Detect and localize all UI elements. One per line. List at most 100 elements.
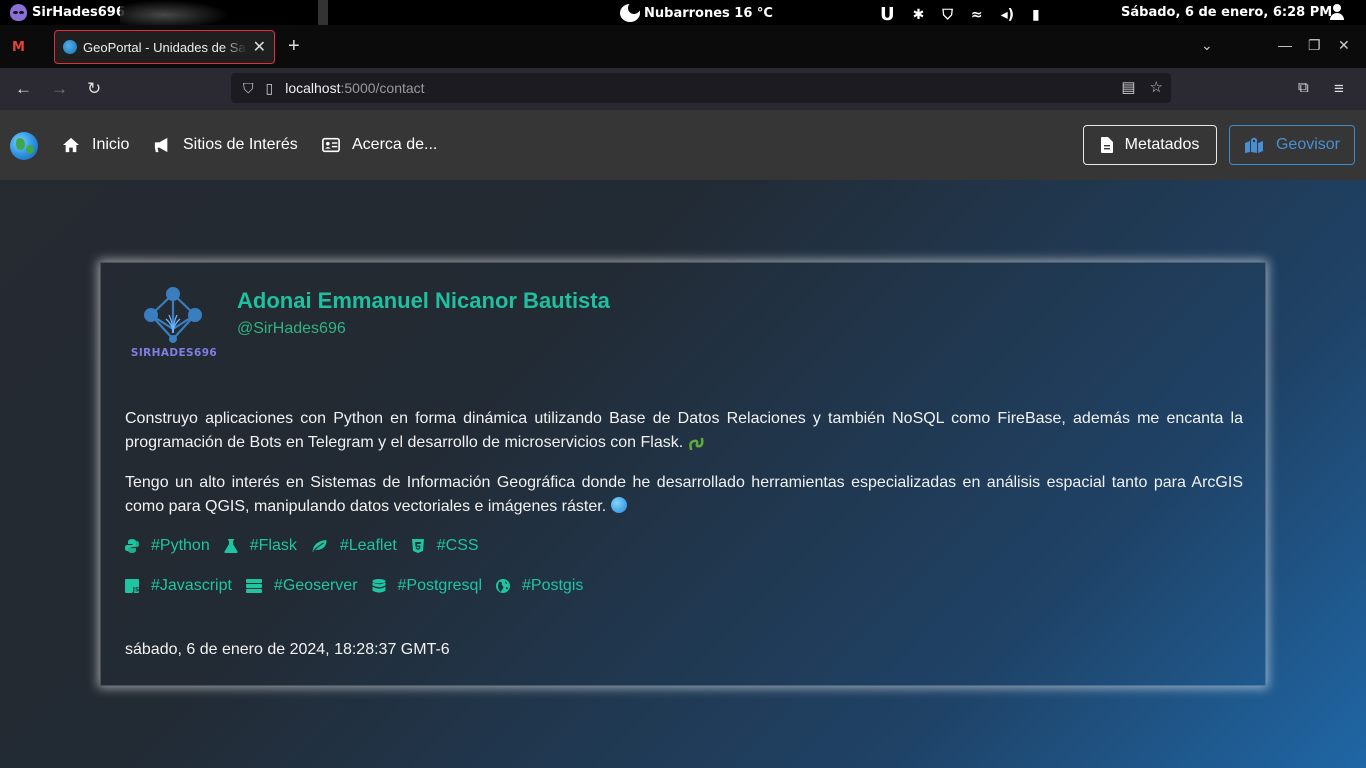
new-tab-icon[interactable]: +: [288, 35, 300, 58]
tab-title: GeoPortal - Unidades de Salud: [83, 39, 247, 55]
menu-hamburger-icon[interactable]: ≡: [1334, 79, 1344, 99]
profile-card: SIRHADES696 Adonai Emmanuel Nicanor Baut…: [100, 262, 1266, 686]
tag-flask[interactable]: #Flask: [224, 537, 297, 555]
snake-emoji-icon: [688, 437, 704, 450]
url-bar[interactable]: ⛉ ▯ localhost:5000/contact ▤ ☆: [231, 73, 1171, 103]
logo-text: SIRHADES696: [130, 347, 218, 359]
css3-icon: [411, 539, 424, 553]
bluetooth-icon[interactable]: ✱: [913, 7, 925, 23]
ublock-icon[interactable]: U: [880, 4, 895, 25]
minimize-icon[interactable]: —: [1278, 37, 1292, 53]
globe-favicon-icon: [63, 40, 77, 54]
nav-link-sitios[interactable]: Sitios de Interés: [153, 136, 298, 154]
forward-icon[interactable]: →: [51, 79, 68, 99]
metadata-button-label: Metatados: [1124, 136, 1200, 153]
night-cloud-icon: [620, 2, 640, 22]
url-path: :5000/contact: [340, 80, 425, 96]
tag-geoserver[interactable]: #Geoserver: [245, 577, 358, 595]
megaphone-icon: [154, 137, 168, 153]
user-menu[interactable]: SirHades696: [10, 4, 125, 21]
bio-text-2: Tengo un alto interés en Sistemas de Inf…: [125, 474, 1243, 515]
reader-view-icon[interactable]: ▤: [1121, 78, 1135, 96]
wallpaper-decoration: [318, 0, 328, 25]
svg-text:JS: JS: [132, 586, 139, 593]
tag-css[interactable]: #CSS: [411, 537, 479, 555]
site-navbar: Inicio Sitios de Interés Acerca de... Me…: [0, 110, 1366, 180]
tag-python[interactable]: #Python: [125, 537, 210, 555]
network-diamond-logo-icon: [144, 287, 202, 343]
vpn-shield-icon[interactable]: ⛉: [942, 7, 953, 23]
nav-link-label: Sitios de Interés: [183, 136, 298, 153]
nav-link-label: Acerca de...: [352, 136, 438, 153]
url-host: localhost: [285, 80, 341, 96]
tag-row-2: JS #Javascript #Geoserver #Postgresql #P…: [125, 577, 597, 595]
maximize-icon[interactable]: ❐: [1308, 37, 1321, 54]
profile-name: Adonai Emmanuel Nicanor Bautista: [237, 288, 610, 313]
tag-postgresql[interactable]: #Postgresql: [372, 577, 483, 595]
tag-label: #CSS: [436, 537, 479, 554]
home-icon: [63, 137, 79, 153]
system-top-bar: SirHades696 Nubarrones 16 °C U ✱ ⛉ ≈ ◂) …: [0, 0, 1366, 25]
close-window-icon[interactable]: ✕: [1338, 37, 1350, 54]
volume-icon[interactable]: ◂): [1001, 7, 1014, 23]
python-icon: [125, 539, 139, 553]
globe-americas-icon: [496, 579, 511, 593]
profile-handle[interactable]: @SirHades696: [237, 320, 346, 338]
url-text[interactable]: localhost:5000/contact: [285, 80, 424, 96]
geovisor-button-label: Geovisor: [1275, 136, 1341, 153]
gmail-pinned-tab-icon[interactable]: M: [12, 40, 25, 55]
geovisor-button[interactable]: Geovisor: [1229, 125, 1355, 165]
tag-label: #Postgis: [522, 577, 584, 594]
tag-label: #Javascript: [151, 577, 232, 594]
tag-javascript[interactable]: JS #Javascript: [125, 577, 232, 595]
flask-icon: [224, 539, 238, 553]
weather-indicator[interactable]: Nubarrones 16 °C: [620, 2, 773, 22]
clock[interactable]: Sábado, 6 de enero, 6:28 PM: [1121, 5, 1332, 20]
user-name: SirHades696: [32, 5, 125, 20]
browser-tab-strip: M GeoPortal - Unidades de Salud ✕ + ⌄ — …: [0, 25, 1366, 68]
server-icon: [245, 579, 262, 593]
close-tab-icon[interactable]: ✕: [253, 37, 266, 57]
nav-link-acerca[interactable]: Acerca de...: [322, 136, 437, 154]
tab-list-chevron-icon[interactable]: ⌄: [1201, 37, 1213, 54]
active-tab[interactable]: GeoPortal - Unidades de Salud ✕: [54, 30, 275, 64]
extensions-icon[interactable]: ⧉: [1298, 79, 1309, 96]
nav-link-inicio[interactable]: Inicio: [62, 136, 129, 154]
nav-link-label: Inicio: [92, 136, 130, 153]
battery-icon[interactable]: ▮: [1032, 7, 1040, 23]
tag-label: #Geoserver: [273, 577, 358, 594]
globe-emoji-icon: [610, 497, 627, 513]
current-datetime: sábado, 6 de enero de 2024, 18:28:37 GMT…: [125, 641, 450, 658]
database-icon: [372, 579, 386, 593]
tag-label: #Postgresql: [397, 577, 483, 594]
tag-row-1: #Python #Flask #Leaflet #CSS: [125, 537, 493, 555]
main-content: SIRHADES696 Adonai Emmanuel Nicanor Baut…: [0, 180, 1366, 768]
sirhades-logo: SIRHADES696: [125, 285, 221, 361]
browser-nav-bar: ← → ↻ ⛉ ▯ localhost:5000/contact ▤ ☆ ⧉ ≡: [0, 68, 1366, 110]
back-icon[interactable]: ←: [15, 79, 32, 99]
bio-text-1: Construyo aplicaciones con Python en for…: [125, 410, 1243, 451]
javascript-icon: JS: [125, 579, 139, 593]
tracking-protection-shield-icon[interactable]: ⛉: [243, 80, 254, 97]
weather-text: Nubarrones 16 °C: [644, 5, 773, 21]
wallpaper-skull-decoration: [120, 0, 230, 25]
tag-label: #Python: [151, 537, 210, 554]
bio-paragraph-1: Construyo aplicaciones con Python en for…: [125, 407, 1243, 455]
tag-leaflet[interactable]: #Leaflet: [311, 537, 397, 555]
map-marked-icon: [1244, 137, 1263, 153]
page-info-icon[interactable]: ▯: [266, 80, 274, 97]
alien-avatar-icon: [10, 4, 27, 21]
reload-icon[interactable]: ↻: [87, 79, 101, 99]
bookmark-star-icon[interactable]: ☆: [1150, 78, 1163, 96]
leaf-icon: [312, 540, 327, 552]
file-document-icon: [1100, 137, 1113, 153]
tag-postgis[interactable]: #Postgis: [496, 577, 583, 595]
id-card-icon: [322, 137, 340, 153]
earth-globe-logo-icon[interactable]: [10, 132, 38, 160]
tag-label: #Leaflet: [339, 537, 397, 554]
metadata-button[interactable]: Metatados: [1083, 125, 1217, 165]
tag-label: #Flask: [249, 537, 297, 554]
wifi-icon[interactable]: ≈: [971, 7, 983, 23]
user-account-icon[interactable]: [1330, 4, 1344, 20]
bio-paragraph-2: Tengo un alto interés en Sistemas de Inf…: [125, 471, 1243, 519]
